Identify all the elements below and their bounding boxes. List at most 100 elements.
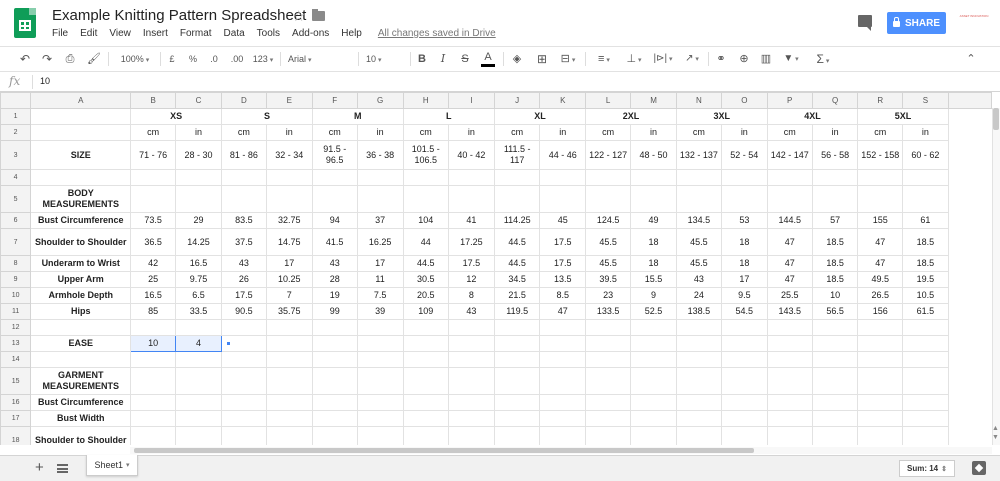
unit-cell[interactable]: cm xyxy=(311,124,358,141)
row-label-size[interactable]: SIZE xyxy=(30,140,132,170)
column-header[interactable]: B xyxy=(130,92,176,109)
cell[interactable]: 17.5 xyxy=(221,287,267,304)
row-label-garment-bust[interactable]: Bust Circumference xyxy=(30,394,132,411)
menu-edit[interactable]: Edit xyxy=(74,28,103,42)
column-header[interactable]: L xyxy=(585,92,632,109)
cell[interactable]: 47 xyxy=(539,303,587,320)
cell[interactable]: 44.5 xyxy=(493,228,541,256)
cell[interactable]: 52.5 xyxy=(630,303,677,320)
vertical-scrollbar[interactable] xyxy=(992,108,1000,445)
cell[interactable]: 45.5 xyxy=(585,255,632,272)
column-header[interactable]: O xyxy=(721,92,768,109)
menu-view[interactable]: View xyxy=(103,28,137,42)
chart-icon[interactable]: ▥ xyxy=(759,51,773,67)
cell[interactable]: 25.5 xyxy=(766,287,813,304)
row-label-bust[interactable]: Bust Circumference xyxy=(30,212,132,229)
cell[interactable]: 44.5 xyxy=(493,255,541,272)
cell[interactable]: 61.5 xyxy=(902,303,949,320)
cell[interactable]: 44 xyxy=(402,228,449,256)
cell[interactable]: 7 xyxy=(265,287,313,304)
unit-cell[interactable]: cm xyxy=(221,124,267,141)
borders-icon[interactable]: ⊞ xyxy=(535,51,549,67)
cell[interactable]: 17.5 xyxy=(539,255,587,272)
cell[interactable]: 19.5 xyxy=(902,271,949,288)
cell[interactable]: 10.5 xyxy=(902,287,949,304)
vertical-scroll-thumb[interactable] xyxy=(993,108,999,130)
cell[interactable] xyxy=(30,108,132,125)
explore-icon[interactable] xyxy=(972,461,986,475)
font-family-select[interactable]: Arial xyxy=(288,51,352,67)
cell[interactable]: 17 xyxy=(356,255,404,272)
row-label-upper-arm[interactable]: Upper Arm xyxy=(30,271,132,288)
cell[interactable]: 156 xyxy=(857,303,904,320)
size-header[interactable]: XS xyxy=(130,108,223,125)
wrap-icon[interactable]: |⊳| xyxy=(651,51,675,67)
cell[interactable]: 8 xyxy=(447,287,495,304)
unit-cell[interactable]: cm xyxy=(493,124,541,141)
formula-input[interactable]: 10 xyxy=(40,76,50,86)
column-header[interactable]: A xyxy=(30,92,132,109)
cell[interactable]: 91.5 - 96.5 xyxy=(311,140,358,170)
cell[interactable]: 41 xyxy=(447,212,495,229)
cell[interactable]: 57 xyxy=(811,212,859,229)
select-all-corner[interactable] xyxy=(0,92,32,109)
cell[interactable]: 16.25 xyxy=(356,228,404,256)
row-header[interactable]: 15 xyxy=(0,367,32,395)
row-label-ease[interactable]: EASE xyxy=(30,335,132,352)
cell[interactable]: 155 xyxy=(857,212,904,229)
unit-cell[interactable]: in xyxy=(356,124,404,141)
cell[interactable]: 10 xyxy=(811,287,859,304)
cell[interactable]: 152 - 158 xyxy=(857,140,904,170)
sheets-list-icon[interactable] xyxy=(57,464,68,473)
cell[interactable] xyxy=(30,124,132,141)
cell[interactable]: 30.5 xyxy=(402,271,449,288)
cell[interactable]: 10.25 xyxy=(265,271,313,288)
cell[interactable]: 81 - 86 xyxy=(221,140,267,170)
menu-help[interactable]: Help xyxy=(335,28,368,42)
cell[interactable]: 28 xyxy=(311,271,358,288)
cell[interactable]: 20.5 xyxy=(402,287,449,304)
cell[interactable]: 43 xyxy=(447,303,495,320)
cell[interactable]: 52 - 54 xyxy=(721,140,768,170)
cell[interactable]: 45.5 xyxy=(585,228,632,256)
row-label-body-measurements[interactable]: BODY MEASUREMENTS xyxy=(30,185,132,213)
cell[interactable]: 19 xyxy=(311,287,358,304)
cell[interactable]: 133.5 xyxy=(585,303,632,320)
merge-icon[interactable]: ⊟ xyxy=(556,51,580,67)
cell[interactable]: 18 xyxy=(721,255,768,272)
cell[interactable]: 83.5 xyxy=(221,212,267,229)
cell[interactable]: 25 xyxy=(130,271,176,288)
cell[interactable]: 18.5 xyxy=(902,228,949,256)
menu-insert[interactable]: Insert xyxy=(137,28,174,42)
folder-icon[interactable] xyxy=(312,9,325,21)
column-header[interactable]: K xyxy=(539,92,587,109)
selected-cell[interactable]: 10 xyxy=(130,335,176,352)
valign-icon[interactable]: ⊥ xyxy=(622,51,646,67)
cell[interactable]: 24 xyxy=(675,287,723,304)
column-header[interactable]: J xyxy=(493,92,541,109)
unit-cell[interactable]: in xyxy=(447,124,495,141)
menu-addons[interactable]: Add-ons xyxy=(286,28,335,42)
column-header[interactable]: M xyxy=(630,92,677,109)
cell[interactable]: 104 xyxy=(402,212,449,229)
cell[interactable]: 18 xyxy=(630,228,677,256)
cell[interactable]: 132 - 137 xyxy=(675,140,723,170)
cell[interactable]: 43 xyxy=(675,271,723,288)
selected-cell[interactable]: 4 xyxy=(174,335,223,352)
functions-icon[interactable]: Σ xyxy=(812,51,834,67)
cell[interactable]: 15.5 xyxy=(630,271,677,288)
row-label-garment-measurements[interactable]: GARMENT MEASUREMENTS xyxy=(30,367,132,395)
cell[interactable]: 6.5 xyxy=(174,287,223,304)
row-label-armhole[interactable]: Armhole Depth xyxy=(30,287,132,304)
cell[interactable]: 43 xyxy=(221,255,267,272)
cell[interactable]: 138.5 xyxy=(675,303,723,320)
cell[interactable]: 37.5 xyxy=(221,228,267,256)
cell[interactable]: 37 xyxy=(356,212,404,229)
print-icon[interactable]: ⎙ xyxy=(63,51,77,67)
cell[interactable]: 16.5 xyxy=(174,255,223,272)
unit-cell[interactable]: in xyxy=(539,124,587,141)
size-header[interactable]: S xyxy=(221,108,313,125)
column-header[interactable]: I xyxy=(447,92,495,109)
cell[interactable]: 101.5 - 106.5 xyxy=(402,140,449,170)
row-header[interactable]: 9 xyxy=(0,271,32,288)
